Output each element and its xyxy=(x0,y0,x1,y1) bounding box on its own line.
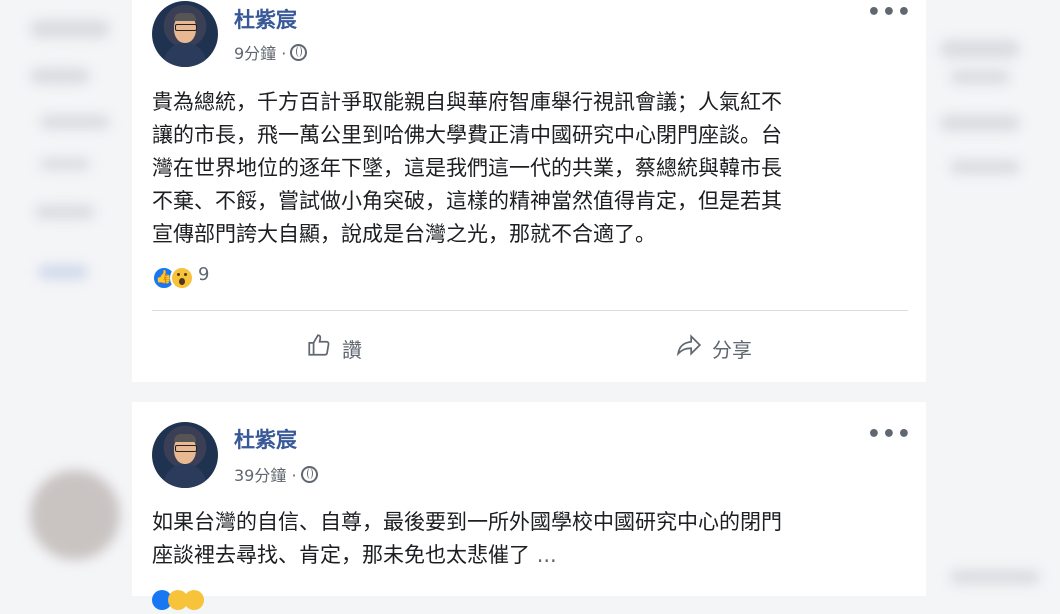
divider xyxy=(152,310,908,311)
share-arrow-icon xyxy=(676,332,702,364)
globe-icon xyxy=(300,466,318,483)
timestamp-text[interactable]: 9分鐘 · xyxy=(234,44,286,63)
see-more-ellipsis[interactable]: ... xyxy=(537,543,557,567)
post-body-line: 座談裡去尋找、肯定，那未免也太悲催了 xyxy=(152,543,530,567)
post-card: 杜紫宸 39分鐘 · ••• 如果台灣的自信、自尊，最後要到一所外國學校中國研究… xyxy=(132,402,926,610)
author-avatar[interactable] xyxy=(152,1,218,67)
author-name[interactable]: 杜紫宸 xyxy=(234,4,297,34)
author-avatar[interactable] xyxy=(152,422,218,488)
post-body-line: 不棄、不餒，嘗試做小角突破，這樣的精神當然值得肯定，但是若其 xyxy=(152,189,782,213)
post-body-line: 貴為總統，千方百計爭取能親自與華府智庫舉行視訊會議；人氣紅不 xyxy=(152,90,782,114)
post-body-line: 如果台灣的自信、自尊，最後要到一所外國學校中國研究中心的閉門 xyxy=(152,510,782,534)
post-timestamp[interactable]: 9分鐘 · xyxy=(234,40,308,64)
post-body-line-with-ellipsis: 座談裡去尋找、肯定，那未免也太悲催了 ... xyxy=(152,539,922,572)
more-options-icon[interactable]: ••• xyxy=(867,0,912,25)
more-options-icon[interactable]: ••• xyxy=(867,422,912,447)
post-body-line: 宣傳部門誇大自顯，說成是台灣之光，那就不合適了。 xyxy=(152,222,656,246)
author-name[interactable]: 杜紫宸 xyxy=(234,424,297,454)
share-label: 分享 xyxy=(712,337,752,362)
like-button[interactable]: 讚 xyxy=(306,330,362,366)
like-label: 讚 xyxy=(342,337,362,362)
post-body: 貴為總統，千方百計爭取能親自與華府智庫舉行視訊會議；人氣紅不 讓的市長，飛一萬公… xyxy=(152,86,922,251)
thumbs-up-icon xyxy=(306,332,332,364)
timestamp-text[interactable]: 39分鐘 · xyxy=(234,466,297,485)
reaction-summary-partial xyxy=(152,590,232,610)
post-body-line: 讓的市長，飛一萬公里到哈佛大學費正清中國研究中心閉門座談。台 xyxy=(152,123,782,147)
post-body: 如果台灣的自信、自尊，最後要到一所外國學校中國研究中心的閉門 座談裡去尋找、肯定… xyxy=(152,506,922,572)
post-body-line: 灣在世界地位的逐年下墜，這是我們這一代的共業，蔡總統與韓市長 xyxy=(152,156,782,180)
post-card: 杜紫宸 9分鐘 · ••• 貴為總統，千方百計爭取能親自與華府智庫舉行視訊會議；… xyxy=(132,0,926,382)
reaction-count: 9 xyxy=(198,264,210,285)
post-header: 杜紫宸 39分鐘 · ••• xyxy=(152,402,912,488)
post-header: 杜紫宸 9分鐘 · ••• xyxy=(152,0,912,80)
wow-reaction-icon xyxy=(170,266,194,290)
globe-icon xyxy=(290,44,308,61)
post-timestamp[interactable]: 39分鐘 · xyxy=(234,462,318,486)
share-button[interactable]: 分享 xyxy=(676,330,752,366)
